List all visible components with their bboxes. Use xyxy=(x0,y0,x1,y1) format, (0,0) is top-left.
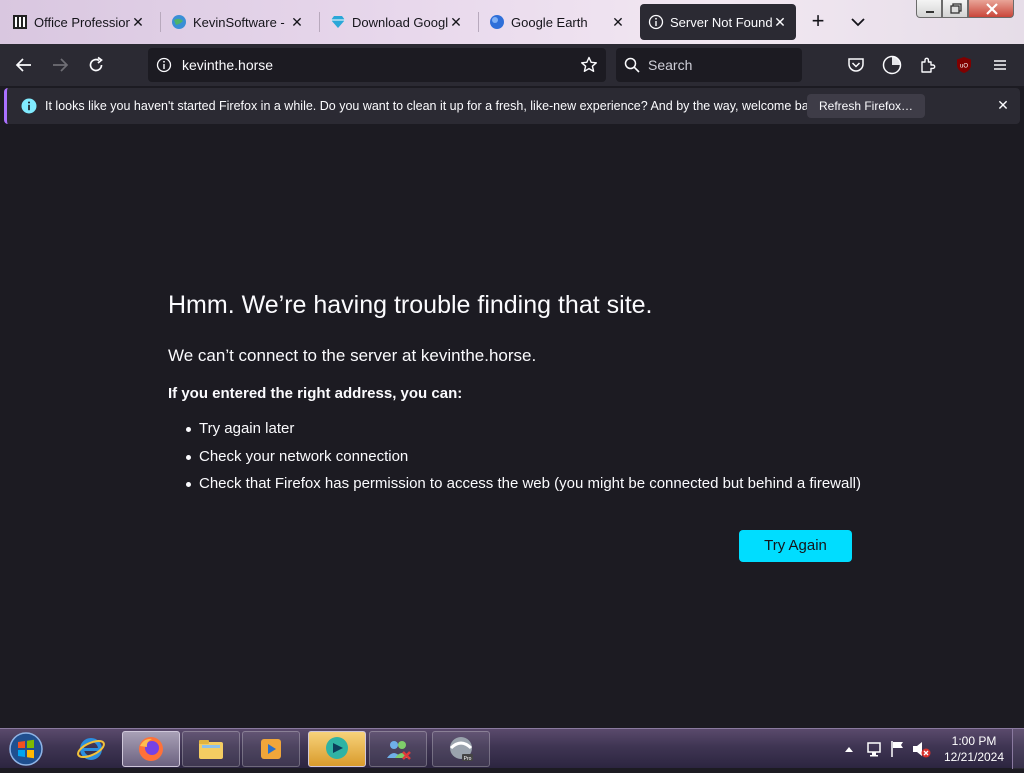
info-favicon-icon xyxy=(648,14,664,30)
back-arrow-icon xyxy=(15,58,31,72)
close-tab-icon[interactable]: ✕ xyxy=(130,14,146,31)
taskbar-google-earth-pro[interactable]: Pro xyxy=(432,731,490,767)
reload-button[interactable] xyxy=(84,53,108,77)
office-favicon-icon xyxy=(12,14,28,30)
pocket-icon xyxy=(848,58,864,72)
internet-explorer-icon xyxy=(77,738,105,760)
puzzle-icon xyxy=(921,57,936,73)
back-button[interactable] xyxy=(12,53,36,77)
notification-message: It looks like you haven't started Firefo… xyxy=(45,99,825,113)
pocket-button[interactable] xyxy=(844,53,868,77)
refresh-firefox-button[interactable]: Refresh Firefox… xyxy=(807,94,926,118)
list-item: Try again later xyxy=(185,420,861,448)
list-item: Check that Firefox has permission to acc… xyxy=(185,475,861,503)
diamond-favicon-icon xyxy=(330,14,346,30)
refresh-firefox-notification: It looks like you haven't started Firefo… xyxy=(4,88,1020,124)
taskbar-file-explorer[interactable] xyxy=(182,731,240,767)
close-tab-icon[interactable]: ✕ xyxy=(448,14,464,31)
tab-office-professional[interactable]: Office Professional ✕ xyxy=(4,4,154,40)
volume-muted-icon xyxy=(913,742,931,758)
clock-time: 1:00 PM xyxy=(951,734,997,748)
tab-download-google[interactable]: Download Google ✕ xyxy=(322,4,472,40)
error-title: Hmm. We’re having trouble finding that s… xyxy=(168,291,653,319)
reload-icon xyxy=(89,56,103,72)
address-bar[interactable]: kevinthe.horse xyxy=(148,48,606,82)
navigation-toolbar: kevinthe.horse Search uO xyxy=(0,44,1024,86)
system-tray xyxy=(842,729,932,769)
url-text[interactable]: kevinthe.horse xyxy=(182,57,273,73)
search-placeholder: Search xyxy=(648,57,693,73)
forward-button[interactable] xyxy=(48,53,72,77)
firefox-icon xyxy=(139,737,163,761)
tab-kevinsoftware[interactable]: KevinSoftware - File ✕ xyxy=(163,4,313,40)
search-icon xyxy=(624,57,640,73)
tab-divider xyxy=(160,12,161,32)
tab-title: Office Professional xyxy=(34,14,130,30)
taskbar-firefox[interactable] xyxy=(122,731,180,767)
error-page: Hmm. We’re having trouble finding that s… xyxy=(0,126,1024,728)
search-bar[interactable]: Search xyxy=(616,48,802,82)
tab-title: Download Google xyxy=(352,14,448,30)
media-player-icon xyxy=(261,739,281,759)
info-icon xyxy=(21,98,37,114)
account-sync-icon xyxy=(882,55,902,75)
windows-start-orb-icon xyxy=(9,732,43,766)
account-button[interactable] xyxy=(880,53,904,77)
svg-text:uO: uO xyxy=(960,64,968,70)
site-info-icon[interactable] xyxy=(156,57,172,73)
bookmark-star-icon[interactable] xyxy=(580,56,598,74)
chat-bubble-icon xyxy=(326,737,348,759)
tab-strip: Office Professional ✕ KevinSoftware - Fi… xyxy=(0,0,1024,44)
minimize-button[interactable] xyxy=(916,0,942,18)
start-button[interactable] xyxy=(6,730,46,768)
forward-arrow-icon xyxy=(53,58,69,72)
extensions-button[interactable] xyxy=(916,53,940,77)
people-icon xyxy=(387,741,411,760)
maximize-button[interactable] xyxy=(942,0,968,18)
error-subtitle: We can’t connect to the server at kevint… xyxy=(168,346,537,365)
folder-icon xyxy=(199,740,223,759)
earth-favicon-icon xyxy=(489,14,505,30)
action-center-flag-icon xyxy=(891,741,903,757)
network-icon xyxy=(867,742,881,757)
clock-date: 12/21/2024 xyxy=(943,750,1005,764)
globe-favicon-icon xyxy=(171,14,187,30)
list-item: Check your network connection xyxy=(185,448,861,476)
close-window-button[interactable] xyxy=(968,0,1014,18)
windows-taskbar: Pro 1:00 PM 12/21/2024 xyxy=(0,728,1024,769)
close-tab-icon[interactable]: ✕ xyxy=(289,14,305,31)
new-tab-button[interactable]: + xyxy=(806,10,830,34)
tab-server-not-found[interactable]: Server Not Found ✕ xyxy=(640,4,796,40)
tab-title: KevinSoftware - File xyxy=(193,14,289,30)
suggestion-list: Try again later Check your network conne… xyxy=(185,420,861,503)
close-tab-icon[interactable]: ✕ xyxy=(772,14,788,31)
svg-text:Pro: Pro xyxy=(464,756,472,762)
tab-google-earth[interactable]: Google Earth ✕ xyxy=(481,4,634,40)
ublock-origin-icon: uO xyxy=(957,57,971,73)
system-clock[interactable]: 1:00 PM 12/21/2024 xyxy=(940,733,1008,765)
taskbar-people-app[interactable] xyxy=(369,731,427,767)
list-all-tabs-button[interactable] xyxy=(846,10,870,34)
close-tab-icon[interactable]: ✕ xyxy=(610,14,626,31)
tab-divider xyxy=(319,12,320,32)
close-window-icon xyxy=(986,3,998,15)
tab-title: Server Not Found xyxy=(670,14,772,30)
google-earth-pro-icon: Pro xyxy=(449,737,473,762)
taskbar-media-player[interactable] xyxy=(242,731,300,767)
ublock-button[interactable]: uO xyxy=(952,53,976,77)
minimize-icon xyxy=(926,11,934,13)
show-desktop-button[interactable] xyxy=(1012,729,1024,769)
error-hint: If you entered the right address, you ca… xyxy=(168,385,463,402)
taskbar-internet-explorer[interactable] xyxy=(62,731,120,767)
app-menu-button[interactable] xyxy=(988,53,1012,77)
chevron-down-icon xyxy=(851,18,865,27)
restore-icon xyxy=(950,3,962,14)
try-again-button[interactable]: Try Again xyxy=(739,530,852,562)
tab-divider xyxy=(478,12,479,32)
show-hidden-icons-icon[interactable] xyxy=(842,729,856,769)
tab-title: Google Earth xyxy=(511,14,588,30)
taskbar-chat-app[interactable] xyxy=(308,731,366,767)
close-notification-icon[interactable]: ✕ xyxy=(995,97,1011,113)
hamburger-menu-icon xyxy=(994,60,1006,70)
